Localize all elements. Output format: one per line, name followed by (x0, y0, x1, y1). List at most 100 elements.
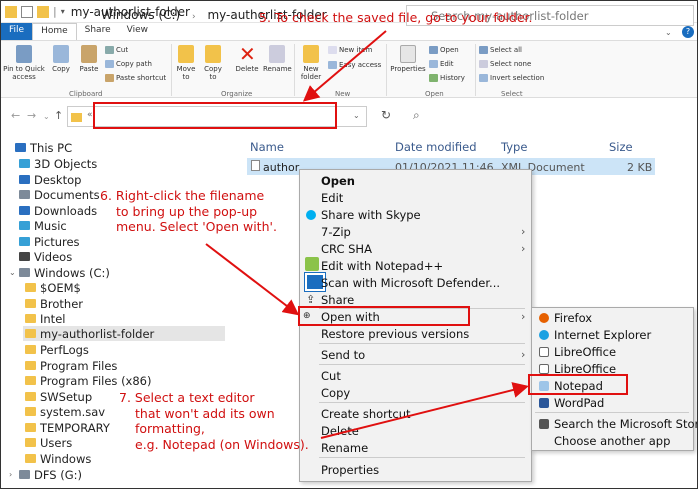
invert-selection-button[interactable]: Invert selection (479, 74, 544, 82)
group-label-new: New (335, 90, 351, 98)
skype-icon (306, 210, 316, 220)
dropdown-icon[interactable]: ▾ (61, 7, 65, 16)
column-header-name[interactable]: Name (250, 140, 284, 154)
tree-item-my-authorlist-folder[interactable]: my-authorlist-folder (23, 326, 225, 341)
libreoffice-icon (539, 347, 549, 357)
tree-item-videos[interactable]: Videos (19, 249, 72, 264)
submenu-item-internet-explorer[interactable]: Internet Explorer (554, 328, 651, 342)
wordpad-icon (539, 398, 549, 408)
tree-item-documents[interactable]: Documents (19, 187, 100, 202)
menu-item-cut[interactable]: Cut (321, 369, 341, 383)
file-name[interactable]: author (263, 161, 299, 174)
recent-chevron-icon[interactable]: ⌄ (43, 112, 50, 121)
tree-item-downloads[interactable]: Downloads (19, 203, 97, 218)
tree-item-brother[interactable]: Brother (25, 296, 83, 311)
new-folder-button[interactable]: New folder (298, 45, 324, 81)
tree-item-program-files-x86[interactable]: Program Files (x86) (25, 373, 151, 388)
tab-file[interactable]: File (1, 23, 33, 40)
tree-item-music[interactable]: Music (19, 218, 67, 233)
menu-item-restore-versions[interactable]: Restore previous versions (321, 327, 469, 341)
expand-ribbon-icon[interactable]: ⌄ (665, 28, 672, 37)
folder-icon (25, 423, 36, 432)
tree-item-dfs-g[interactable]: › DFS (G:) (9, 467, 82, 482)
pin-quick-access-button[interactable]: Pin to Quick access (3, 45, 45, 81)
submenu-item-wordpad[interactable]: WordPad (554, 396, 604, 410)
delete-x-icon: ✕ (239, 42, 256, 66)
tree-item-perflogs[interactable]: PerfLogs (25, 342, 89, 357)
new-item-button[interactable]: New item (328, 46, 372, 54)
menu-item-send-to[interactable]: Send to (321, 348, 365, 362)
delete-button[interactable]: ✕ Delete (233, 42, 261, 73)
tree-item-intel[interactable]: Intel (25, 311, 65, 326)
rename-button[interactable]: Rename (263, 45, 292, 73)
menu-item-copy[interactable]: Copy (321, 386, 350, 400)
paste-shortcut-button[interactable]: Paste shortcut (105, 74, 166, 82)
select-all-button[interactable]: Select all (479, 46, 522, 54)
xml-file-icon (251, 160, 260, 171)
edit-button[interactable]: Edit (429, 60, 454, 68)
tab-home[interactable]: Home (32, 23, 77, 40)
address-dropdown-icon[interactable]: ⌄ (353, 111, 360, 120)
forward-arrow-icon[interactable]: → (27, 109, 36, 122)
submenu-item-search-store[interactable]: Search the Microsoft Store (554, 417, 697, 431)
column-header-date[interactable]: Date modified (395, 140, 477, 154)
ribbon-divider (386, 44, 387, 96)
tab-view[interactable]: View (119, 23, 156, 40)
copy-to-button[interactable]: Copy to (201, 45, 225, 81)
paste-button[interactable]: Paste (76, 45, 102, 73)
copy-path-button[interactable]: Copy path (105, 60, 152, 68)
select-none-button[interactable]: Select none (479, 60, 531, 68)
tree-item-windows-c[interactable]: ⌄ Windows (C:) (9, 265, 110, 280)
menu-item-create-shortcut[interactable]: Create shortcut (321, 407, 411, 421)
help-icon[interactable]: ? (682, 26, 694, 38)
group-label-clipboard: Clipboard (69, 90, 103, 98)
breadcrumb-root[interactable]: Windows (C:) (101, 8, 180, 22)
refresh-icon[interactable]: ↻ (381, 108, 391, 122)
tree-item-system-sav[interactable]: system.sav (25, 404, 105, 419)
path-overflow-icon[interactable]: « (87, 110, 93, 120)
quick-access-folder-icon[interactable] (37, 5, 49, 18)
tab-share[interactable]: Share (77, 23, 119, 40)
column-header-type[interactable]: Type (501, 140, 527, 154)
tree-item-program-files[interactable]: Program Files (25, 358, 117, 373)
tree-item-pictures[interactable]: Pictures (19, 234, 80, 249)
documents-icon (19, 190, 30, 199)
check-icon[interactable] (21, 5, 33, 18)
cut-button[interactable]: Cut (105, 46, 128, 54)
properties-button[interactable]: Properties (390, 45, 426, 73)
easy-access-button[interactable]: Easy access (328, 61, 381, 69)
tree-item-windows[interactable]: Windows (25, 451, 91, 466)
menu-item-edit-notepadpp[interactable]: Edit with Notepad++ (321, 259, 443, 273)
tree-item-3d-objects[interactable]: 3D Objects (19, 156, 97, 171)
history-button[interactable]: History (429, 74, 465, 82)
menu-item-share-skype[interactable]: Share with Skype (321, 208, 421, 222)
copy-button[interactable]: Copy (49, 45, 73, 73)
submenu-item-firefox[interactable]: Firefox (554, 311, 592, 325)
menu-item-delete[interactable]: Delete (321, 424, 359, 438)
open-button[interactable]: Open (429, 46, 459, 54)
submenu-item-libreoffice[interactable]: LibreOffice (554, 345, 616, 359)
submenu-item-choose-another-app[interactable]: Choose another app (554, 434, 670, 448)
tree-item-temporary[interactable]: TEMPORARY (25, 420, 110, 435)
rename-icon (269, 45, 285, 63)
tree-item-swsetup[interactable]: SWSetup (25, 389, 92, 404)
menu-item-open[interactable]: Open (321, 174, 355, 188)
expanded-chevron-icon[interactable]: ⌄ (9, 268, 16, 277)
menu-item-crc-sha[interactable]: CRC SHA (321, 242, 372, 256)
collapsed-chevron-icon[interactable]: › (9, 470, 15, 479)
tree-item-this-pc[interactable]: This PC (15, 140, 72, 155)
move-to-button[interactable]: Move to (174, 45, 198, 81)
menu-item-7zip[interactable]: 7-Zip (321, 225, 351, 239)
menu-item-scan-defender[interactable]: Scan with Microsoft Defender... (321, 276, 500, 290)
menu-item-share[interactable]: Share (321, 293, 354, 307)
up-arrow-icon[interactable]: ↑ (54, 109, 63, 122)
back-arrow-icon[interactable]: ← (11, 109, 20, 122)
tree-item-oem[interactable]: $OEM$ (25, 280, 81, 295)
tree-item-desktop[interactable]: Desktop (19, 172, 81, 187)
menu-item-edit[interactable]: Edit (321, 191, 343, 205)
menu-item-rename[interactable]: Rename (321, 441, 368, 455)
menu-item-properties[interactable]: Properties (321, 463, 379, 477)
tree-item-users[interactable]: Users (25, 435, 72, 450)
annotation-box-address (93, 102, 337, 129)
column-header-size[interactable]: Size (609, 140, 633, 154)
